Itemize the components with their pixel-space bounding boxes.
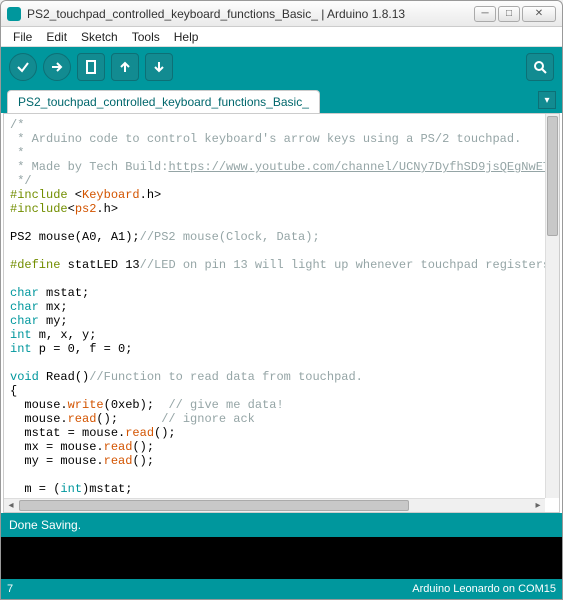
code-token: char: [10, 314, 39, 328]
arrow-up-icon: [117, 59, 133, 75]
code-link: https://www.youtube.com/channel/UCNy7Dyf…: [168, 160, 545, 174]
menu-help[interactable]: Help: [168, 28, 205, 46]
code-line: */: [10, 174, 32, 188]
code-token: mstat;: [39, 286, 89, 300]
code-token: (0xeb);: [104, 398, 169, 412]
code-token: statLED 13: [60, 258, 139, 272]
code-token: #include: [10, 188, 68, 202]
horizontal-scrollbar[interactable]: ◂ ▸: [4, 498, 545, 512]
magnifier-icon: [532, 59, 548, 75]
code-editor[interactable]: /* * Arduino code to control keyboard's …: [4, 114, 545, 498]
code-token: write: [68, 398, 104, 412]
status-message: Done Saving.: [9, 518, 81, 532]
menu-sketch[interactable]: Sketch: [75, 28, 124, 46]
arduino-app-icon: [7, 7, 21, 21]
code-token: read: [125, 426, 154, 440]
menu-edit[interactable]: Edit: [40, 28, 73, 46]
code-line: *: [10, 146, 32, 160]
maximize-button[interactable]: □: [498, 6, 520, 22]
code-token: #define: [10, 258, 60, 272]
code-token: mx = mouse.: [10, 440, 104, 454]
code-token: ();: [132, 454, 154, 468]
window-title: PS2_touchpad_controlled_keyboard_functio…: [27, 7, 474, 21]
code-token: my = mouse.: [10, 454, 104, 468]
code-token: read: [104, 440, 133, 454]
code-token: ();: [96, 412, 161, 426]
code-token: // ignore ack: [161, 412, 255, 426]
scroll-right-arrow-icon[interactable]: ▸: [531, 499, 545, 512]
open-button[interactable]: [111, 53, 139, 81]
code-token: read: [104, 454, 133, 468]
footer-bar: 7 Arduino Leonardo on COM15: [1, 579, 562, 599]
scroll-left-arrow-icon[interactable]: ◂: [4, 499, 18, 512]
code-token: //PS2 mouse(Clock, Data);: [140, 230, 320, 244]
console-output[interactable]: [1, 537, 562, 579]
code-token: void: [10, 370, 39, 384]
status-bar: Done Saving.: [1, 513, 562, 537]
arrow-right-icon: [49, 59, 65, 75]
code-token: p = 0, f = 0;: [32, 342, 133, 356]
code-token: mx;: [39, 300, 68, 314]
line-number: 7: [7, 583, 13, 595]
code-token: ps2: [75, 202, 97, 216]
code-token: Keyboard: [82, 188, 140, 202]
upload-button[interactable]: [43, 53, 71, 81]
code-token: .h>: [96, 202, 118, 216]
vertical-scrollbar[interactable]: [545, 114, 559, 498]
code-token: mouse.: [10, 398, 68, 412]
vertical-scroll-thumb[interactable]: [547, 116, 558, 236]
editor-area: /* * Arduino code to control keyboard's …: [3, 113, 560, 513]
code-token: #include: [10, 202, 68, 216]
sketch-tab[interactable]: PS2_touchpad_controlled_keyboard_functio…: [7, 90, 320, 113]
code-token: .h>: [140, 188, 162, 202]
code-line: /*: [10, 118, 24, 132]
code-token: int: [60, 482, 82, 496]
code-token: read: [68, 412, 97, 426]
code-token: Read(): [39, 370, 89, 384]
code-token: m, x, y;: [32, 328, 97, 342]
code-token: int: [10, 342, 32, 356]
arrow-down-icon: [151, 59, 167, 75]
check-icon: [15, 59, 31, 75]
board-port-label: Arduino Leonardo on COM15: [412, 583, 556, 595]
code-token: // give me data!: [168, 398, 283, 412]
tab-bar: PS2_touchpad_controlled_keyboard_functio…: [1, 87, 562, 113]
code-token: )mstat;: [82, 482, 132, 496]
serial-monitor-button[interactable]: [526, 53, 554, 81]
toolbar: [1, 47, 562, 87]
tab-menu-button[interactable]: ▾: [538, 91, 556, 109]
code-token: <: [68, 188, 82, 202]
code-token: my;: [39, 314, 68, 328]
file-icon: [83, 59, 99, 75]
new-button[interactable]: [77, 53, 105, 81]
code-line: * Arduino code to control keyboard's arr…: [10, 132, 521, 146]
code-token: //LED on pin 13 will light up whenever t…: [140, 258, 545, 272]
code-token: mouse.: [10, 412, 68, 426]
minimize-button[interactable]: ─: [474, 6, 496, 22]
verify-button[interactable]: [9, 53, 37, 81]
code-token: <: [68, 202, 75, 216]
code-token: {: [10, 384, 17, 398]
code-token: //Function to read data from touchpad.: [89, 370, 363, 384]
app-window: PS2_touchpad_controlled_keyboard_functio…: [0, 0, 563, 600]
code-token: ();: [132, 440, 154, 454]
code-token: ();: [154, 426, 176, 440]
code-token: int: [10, 328, 32, 342]
save-button[interactable]: [145, 53, 173, 81]
titlebar[interactable]: PS2_touchpad_controlled_keyboard_functio…: [1, 1, 562, 27]
menu-tools[interactable]: Tools: [126, 28, 166, 46]
close-button[interactable]: ✕: [522, 6, 556, 22]
menu-file[interactable]: File: [7, 28, 38, 46]
code-token: m = (: [10, 482, 60, 496]
horizontal-scroll-thumb[interactable]: [19, 500, 409, 511]
code-line: * Made by Tech Build:: [10, 160, 168, 174]
code-token: char: [10, 300, 39, 314]
code-token: char: [10, 286, 39, 300]
menubar: File Edit Sketch Tools Help: [1, 27, 562, 47]
code-token: PS2 mouse(A0, A1);: [10, 230, 140, 244]
code-token: mstat = mouse.: [10, 426, 125, 440]
window-controls: ─ □ ✕: [474, 6, 556, 22]
